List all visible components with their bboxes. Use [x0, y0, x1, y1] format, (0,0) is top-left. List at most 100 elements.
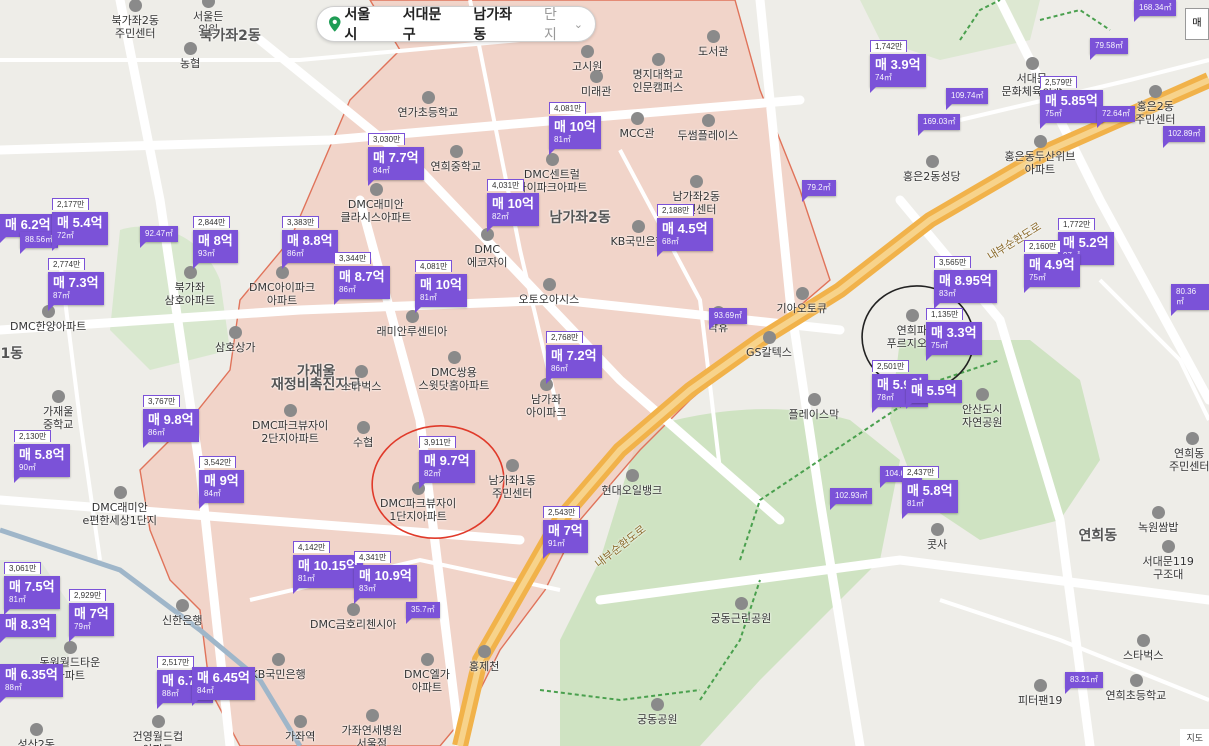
map-canvas[interactable]: 북가좌2동 주민센터 서울든 의원 북가좌2동 농협 고시원 도서관 미래관 명지대학교 인문… [0, 0, 1209, 746]
listing-marker[interactable]: 168.34㎡ [1134, 0, 1177, 22]
poi-icon[interactable] [1162, 540, 1175, 553]
listing-marker[interactable]: 4,081만 매 10억 81㎡ [549, 98, 601, 155]
map-label[interactable]: 남가좌1동 주민센터 [489, 474, 536, 500]
map-label[interactable]: 도서관 [698, 45, 728, 58]
poi-icon[interactable] [543, 278, 556, 291]
listing-marker[interactable]: 2,130만 매 5.8억 90㎡ [14, 426, 70, 483]
map-label[interactable]: 오토오아시스 [519, 293, 580, 306]
listing-marker[interactable]: 102.93㎡ [830, 488, 873, 510]
listing-marker[interactable]: 매 6.45억 84㎡ [192, 667, 255, 706]
poi-icon[interactable] [626, 469, 639, 482]
map-label[interactable]: 연희동 주민센터 [1169, 447, 1209, 473]
map-label[interactable]: 서대문119 구조대 [1143, 555, 1194, 581]
poi-icon[interactable] [632, 220, 645, 233]
listing-marker[interactable]: 2,774만 매 7.3억 87㎡ [48, 254, 104, 311]
poi-icon[interactable] [357, 421, 370, 434]
listing-marker[interactable]: 2,437만 매 5.8억 81㎡ [902, 462, 958, 519]
poi-icon[interactable] [64, 641, 77, 654]
listing-marker[interactable]: 80.36㎡ [1171, 284, 1209, 316]
listing-marker[interactable]: 2,768만 매 7.2억 86㎡ [546, 327, 602, 384]
listing-marker[interactable]: 92.47㎡ [140, 226, 179, 248]
poi-icon[interactable] [1149, 85, 1162, 98]
poi-icon[interactable] [176, 599, 189, 612]
poi-icon[interactable] [450, 145, 463, 158]
map-label[interactable]: 홍은동두산위브 아파트 [1005, 150, 1076, 176]
map-label[interactable]: 스타벅스 [1123, 649, 1163, 662]
poi-icon[interactable] [229, 326, 242, 339]
map-label[interactable]: 북가좌2동 [200, 29, 261, 43]
listing-marker[interactable]: 매 5.5억 [906, 380, 962, 409]
listing-marker[interactable]: 4,341만 매 10.9억 83㎡ [354, 547, 417, 604]
map-label[interactable]: 건영월드컵 아파트 [133, 730, 184, 746]
poi-icon[interactable] [651, 698, 664, 711]
poi-icon[interactable] [421, 653, 434, 666]
map-label[interactable]: 홍은2동 주민센터 [1135, 100, 1175, 126]
map-label[interactable]: 두썸플레이스 [678, 129, 739, 142]
map-label[interactable]: 미래관 [581, 85, 611, 98]
poi-icon[interactable] [976, 388, 989, 401]
map-label[interactable]: 1동 [1, 347, 24, 361]
map-label[interactable]: 녹원쌈밥 [1138, 521, 1178, 534]
poi-icon[interactable] [30, 723, 43, 736]
poi-icon[interactable] [931, 523, 944, 536]
map-label[interactable]: KB국민은행 [251, 668, 306, 681]
map-label[interactable]: DMC파크뷰자이 2단지아파트 [252, 419, 328, 445]
listing-marker[interactable]: 1,135만 매 3.3억 75㎡ [926, 304, 982, 361]
listing-marker[interactable]: 93.69㎡ [709, 308, 748, 330]
listing-marker[interactable]: 4,081만 매 10억 81㎡ [415, 256, 467, 313]
breadcrumb-dong[interactable]: 남가좌동 [473, 4, 523, 44]
poi-icon[interactable] [114, 486, 127, 499]
listing-marker[interactable]: 2,543만 매 7억 91㎡ [543, 502, 588, 559]
map-label[interactable]: 스타벅스 [341, 380, 381, 393]
poi-icon[interactable] [707, 30, 720, 43]
poi-icon[interactable] [652, 53, 665, 66]
listing-marker[interactable]: 83.21㎡ [1065, 672, 1104, 694]
poi-icon[interactable] [702, 114, 715, 127]
chevron-down-icon[interactable]: ⌄ [574, 18, 583, 31]
listing-marker[interactable]: 3,344만 매 8.7억 86㎡ [334, 248, 390, 305]
listing-marker[interactable]: 4,031만 매 10억 82㎡ [487, 175, 539, 232]
map-label[interactable]: DMC 에코자이 [467, 243, 507, 269]
listing-marker[interactable]: 3,767만 매 9.8억 86㎡ [143, 391, 199, 448]
poi-icon[interactable] [590, 70, 603, 83]
poi-icon[interactable] [1026, 57, 1039, 70]
poi-icon[interactable] [294, 715, 307, 728]
poi-icon[interactable] [926, 155, 939, 168]
poi-icon[interactable] [1130, 674, 1143, 687]
poi-icon[interactable] [1152, 506, 1165, 519]
listing-marker[interactable]: 72.64㎡ [1097, 106, 1136, 128]
poi-icon[interactable] [631, 112, 644, 125]
listing-marker[interactable]: 3,030만 매 7.7억 84㎡ [368, 129, 424, 186]
map-label[interactable]: DMC쌍용 스윗닷홈아파트 [419, 366, 490, 392]
poi-icon[interactable] [581, 45, 594, 58]
poi-icon[interactable] [1186, 432, 1199, 445]
listing-marker[interactable]: 3,911만 매 9.7억 82㎡ [419, 432, 475, 489]
listing-marker[interactable]: 4,142만 매 10.15억 81㎡ [293, 537, 364, 594]
map-label[interactable]: 명지대학교 인문캠퍼스 [633, 68, 684, 94]
poi-icon[interactable] [347, 603, 360, 616]
map-label[interactable]: DMC래미안 e편한세상1단지 [83, 501, 158, 527]
listing-marker[interactable]: 3,542만 매 9억 84㎡ [199, 452, 244, 509]
map-label[interactable]: DMC파크뷰자이 1단지아파트 [380, 497, 456, 523]
listing-marker[interactable]: 매 6.35억 88㎡ [0, 664, 63, 703]
map-label[interactable]: 남가좌 아이파크 [526, 393, 566, 419]
map-label[interactable]: 북가좌 삼호아파트 [165, 281, 216, 307]
listing-marker[interactable]: 3,565만 매 8.95억 83㎡ [934, 252, 997, 309]
map-label[interactable]: 궁동공원 [637, 713, 677, 726]
poi-icon[interactable] [366, 709, 379, 722]
listing-marker[interactable]: 35.7㎡ [406, 602, 440, 624]
poi-icon[interactable] [272, 653, 285, 666]
map-label[interactable]: DMC금호리첸시아 [310, 618, 396, 631]
map-label[interactable]: MCC관 [620, 127, 655, 140]
map-label[interactable]: 연희중학교 [431, 160, 482, 173]
map-label[interactable]: 연희초등학교 [1106, 689, 1167, 702]
poi-icon[interactable] [52, 390, 65, 403]
listing-marker[interactable]: 102.89㎡ [1163, 126, 1206, 148]
breadcrumb-city[interactable]: 서울시 [345, 4, 382, 44]
poi-icon[interactable] [906, 309, 919, 322]
listing-marker[interactable]: 매 8.3억 [0, 614, 56, 643]
listing-marker[interactable]: 109.74㎡ [946, 88, 989, 110]
breadcrumb-district[interactable]: 서대문구 [403, 4, 453, 44]
breadcrumb-filter[interactable]: 단지 [544, 4, 569, 44]
listing-marker[interactable]: 79.2㎡ [802, 180, 836, 202]
